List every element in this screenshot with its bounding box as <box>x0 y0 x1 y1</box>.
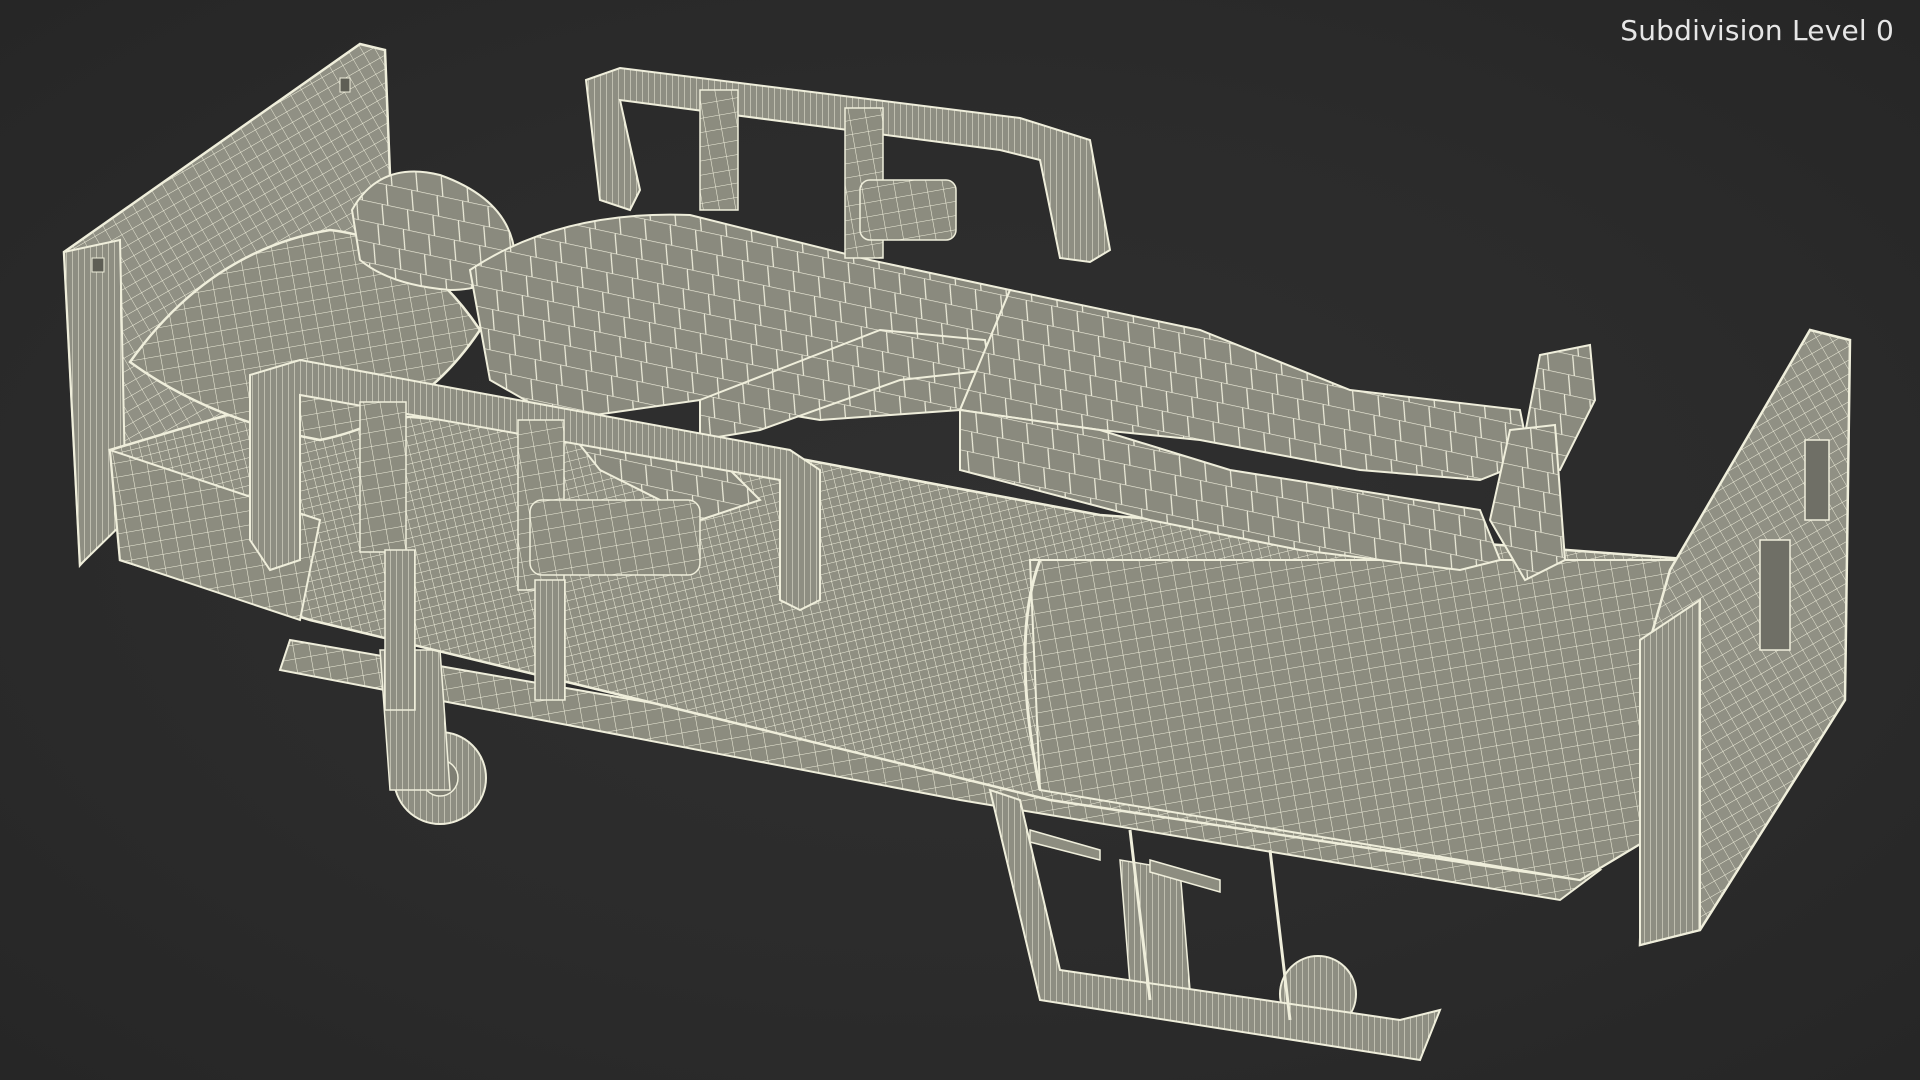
footboard <box>1638 328 1852 947</box>
3d-viewport[interactable]: Subdivision Level 0 <box>0 0 1920 1080</box>
wireframe-render <box>62 42 1852 1062</box>
